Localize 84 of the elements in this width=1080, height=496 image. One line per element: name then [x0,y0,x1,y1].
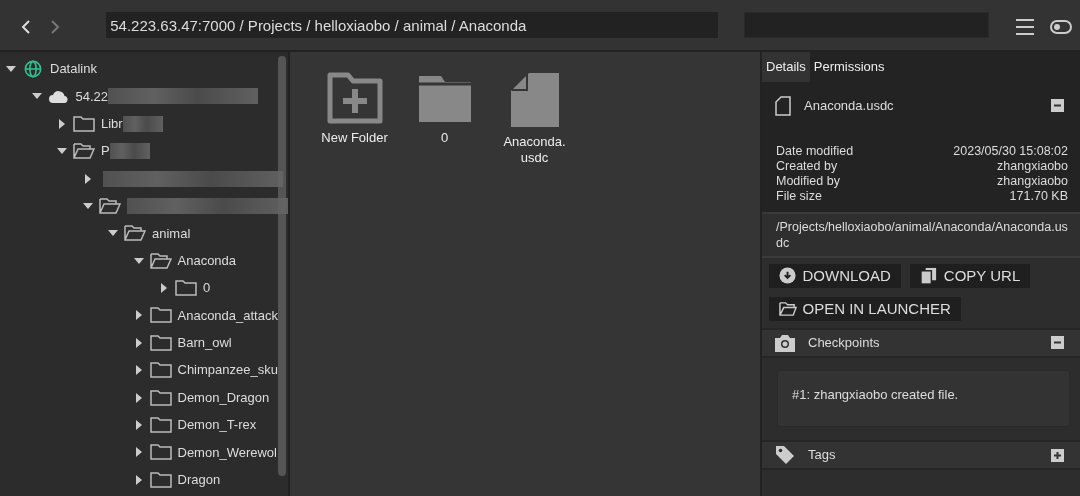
folder-icon [73,114,95,133]
tree-item[interactable]: Anaconda_attack [0,301,288,330]
folder-icon [149,416,172,434]
action-button[interactable]: COPY URL [909,264,1031,288]
forward-icon [50,18,61,35]
back-icon [21,18,31,35]
tree-item[interactable]: Barn_owl [0,329,288,357]
tree-label: Barn_owl [177,334,232,353]
tree-item[interactable]: animal [0,219,288,247]
folder-icon [175,279,197,298]
open-folder-icon [149,251,172,270]
tree-item[interactable]: 54.22 [0,82,288,111]
file-name: Anaconda.usdc [804,96,895,115]
action-button[interactable]: OPEN IN LAUNCHER [768,297,961,321]
tree-label: Demon_T-rex [177,416,257,435]
collapse-button[interactable] [1050,336,1064,349]
folder-icon [149,470,172,489]
tree-item[interactable]: Dragon [0,466,288,494]
tree-label: animal [152,224,191,243]
open-folder-icon [124,224,146,243]
property-label: Created by [776,158,838,174]
action-button[interactable]: DOWNLOAD [768,264,901,288]
property-value: 2023/05/30 15:08:02 [953,143,1068,159]
tree-label: Demon_Werewol [177,443,277,462]
file-item[interactable]: New Folder [309,71,400,146]
expand-button[interactable] [1050,448,1064,462]
open-folder-icon [778,300,797,318]
menu-icon [1016,18,1034,35]
file-icon [508,71,561,128]
open-folder-icon [98,196,121,215]
tree-label: 54.22 [75,87,109,106]
folder-icon [149,306,172,325]
folder-icon [149,443,172,462]
panel-tab[interactable]: Permissions [809,52,889,82]
property-label: Date modified [776,143,854,159]
property-label: Modified by [776,173,840,189]
panel-tab[interactable]: Details [762,52,810,82]
open-folder-icon [73,142,95,161]
document-icon [775,95,791,116]
tree-label: Anaconda [177,251,237,270]
folder-icon [149,388,172,407]
tree-label: Anaconda_attack [177,306,278,325]
tree-item[interactable]: Chimpanzee_sku [0,356,288,384]
checkpoint-card: #1: zhangxiaobo created file. [777,369,1070,427]
camera-icon [775,333,795,352]
copy-icon [919,267,938,285]
address-field[interactable]: 54.223.63.47:7000 / Projects / helloxiaobo / animal / Anaconda [106,12,719,38]
tree-label: Chimpanzee_sku [177,361,278,380]
new-folder-icon [326,71,383,124]
tree-item[interactable]: 0 [0,274,288,302]
item-label: 0 [440,130,449,146]
section-title: Tags [808,446,837,465]
tree-label: Libr [101,114,123,133]
folder-icon [149,361,172,380]
tree-label: Demon_Dragon [177,388,270,407]
folder-icon [149,333,172,352]
plus-icon [1052,450,1062,460]
file-path: /Projects/helloxiaobo/animal/Anaconda/Anaconda.usdc [762,211,1080,258]
tree-item[interactable]: Demon_Dragon [0,383,288,412]
property-value: zhangxiaobo [997,158,1068,174]
tree-label: 0 [203,279,211,298]
tree-item[interactable]: Demon_Werewol [0,438,288,467]
file-item[interactable]: Anaconda. usdc [489,71,580,166]
item-label: New Folder [321,130,388,146]
section-title: Checkpoints [808,333,881,352]
tag-icon [775,445,795,465]
globe-icon [22,59,44,78]
property-label: File size [776,188,822,204]
item-label: Anaconda. usdc [503,134,566,166]
download-icon [778,267,797,285]
tree-label: Dragon [177,471,221,490]
tree-item[interactable]: P [0,137,288,165]
tree-label: P [101,142,110,161]
property-value: zhangxiaobo [997,173,1068,189]
scrollbar[interactable] [278,56,286,476]
property-value: 171.70 KB [1009,188,1068,204]
collapse-button[interactable] [1050,99,1064,112]
toggle-icon [1050,19,1072,34]
tree-item[interactable]: Datalink [0,55,288,83]
tree-item[interactable]: Libr [0,110,288,138]
tree-item[interactable]: Demon_T-rex [0,411,288,439]
tree-item[interactable]: Anaconda [0,247,288,275]
tree-label: Datalink [50,60,97,79]
file-item[interactable]: 0 [399,71,490,146]
